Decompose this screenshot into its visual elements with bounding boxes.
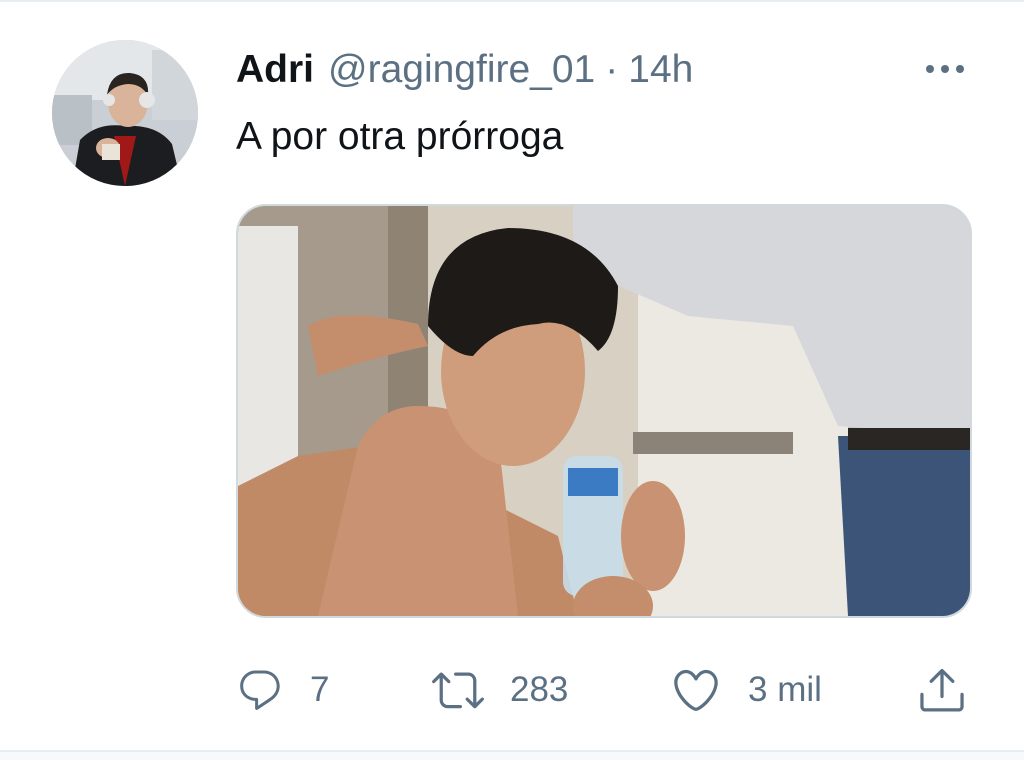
user-avatar[interactable] [52, 40, 198, 186]
tweet-header: Adri @ragingfire_01 · 14h [236, 46, 693, 94]
avatar-photo [52, 40, 198, 186]
like-button[interactable]: 3 mil [670, 662, 822, 718]
reply-icon [240, 670, 280, 710]
tweet-card[interactable]: Adri @ragingfire_01 · 14h A por otra pró… [0, 0, 1024, 760]
retweet-icon [432, 672, 484, 709]
tweet-text: A por otra prórroga [236, 115, 564, 158]
tweet-actions-bar: 7 283 3 mil [236, 662, 976, 718]
media-photo [238, 206, 970, 616]
retweet-button[interactable]: 283 [432, 662, 568, 718]
user-handle[interactable]: @ragingfire_01 [328, 46, 595, 94]
share-icon [920, 668, 964, 712]
like-icon [674, 669, 718, 711]
tweet-divider [0, 750, 1024, 760]
share-button[interactable] [916, 662, 968, 718]
display-name[interactable]: Adri [236, 46, 314, 94]
reply-button[interactable]: 7 [236, 662, 329, 718]
like-count: 3 mil [748, 670, 822, 709]
tweet-media-image[interactable] [236, 204, 972, 618]
more-dot [926, 65, 934, 73]
header-separator: · [605, 48, 619, 91]
retweet-count: 283 [510, 670, 569, 709]
tweet-timestamp[interactable]: 14h [628, 46, 693, 94]
reply-count: 7 [310, 670, 330, 709]
more-dot [956, 65, 964, 73]
more-dot [941, 65, 949, 73]
more-options-button[interactable] [915, 52, 975, 86]
